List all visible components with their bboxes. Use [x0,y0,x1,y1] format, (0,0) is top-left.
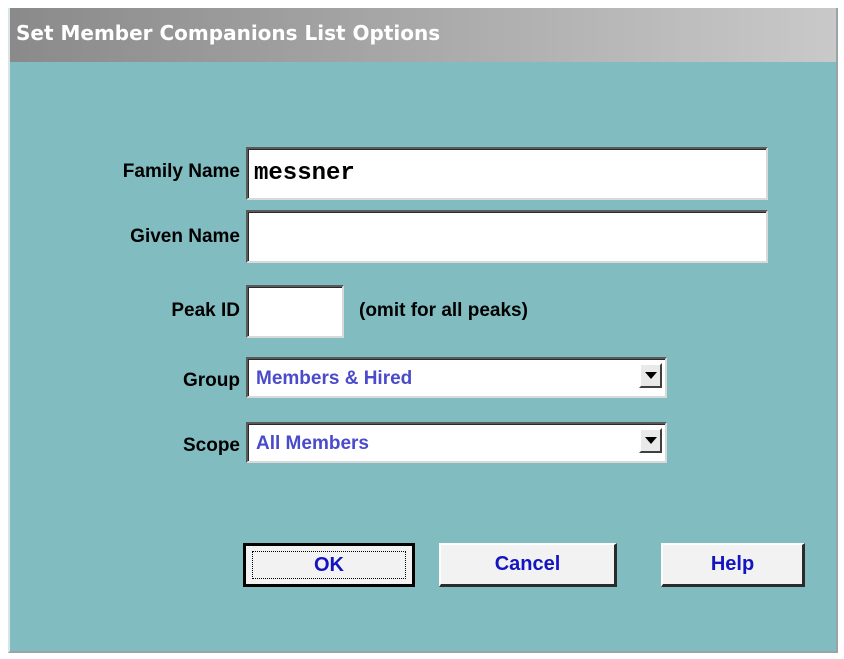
group-selected-value: Members & Hired [256,368,413,389]
group-label: Group [183,370,240,391]
ok-button[interactable]: OK [243,543,415,587]
window-title: Set Member Companions List Options [16,21,441,45]
title-bar[interactable]: Set Member Companions List Options [10,8,836,62]
family-name-value: messner [254,160,355,187]
cancel-button[interactable]: Cancel [439,543,617,587]
dialog-window: Set Member Companions List Options Famil… [8,8,838,653]
peak-id-input[interactable] [246,285,344,338]
given-name-input[interactable] [246,210,768,263]
peak-id-label: Peak ID [171,300,240,321]
given-name-label: Given Name [130,226,240,247]
scope-select[interactable]: All Members [246,422,667,463]
peak-id-hint: (omit for all peaks) [359,300,528,321]
focus-rectangle [252,551,406,579]
group-select[interactable]: Members & Hired [246,357,667,398]
scope-label: Scope [182,435,240,456]
family-name-input[interactable]: messner [246,147,768,200]
chevron-down-icon[interactable] [639,428,662,453]
chevron-down-icon[interactable] [639,363,662,388]
scope-selected-value: All Members [256,433,369,454]
family-name-label: Family Name [122,161,240,182]
help-button[interactable]: Help [661,543,805,587]
cancel-button-label: Cancel [494,553,561,575]
help-button-label: Help [710,553,755,575]
